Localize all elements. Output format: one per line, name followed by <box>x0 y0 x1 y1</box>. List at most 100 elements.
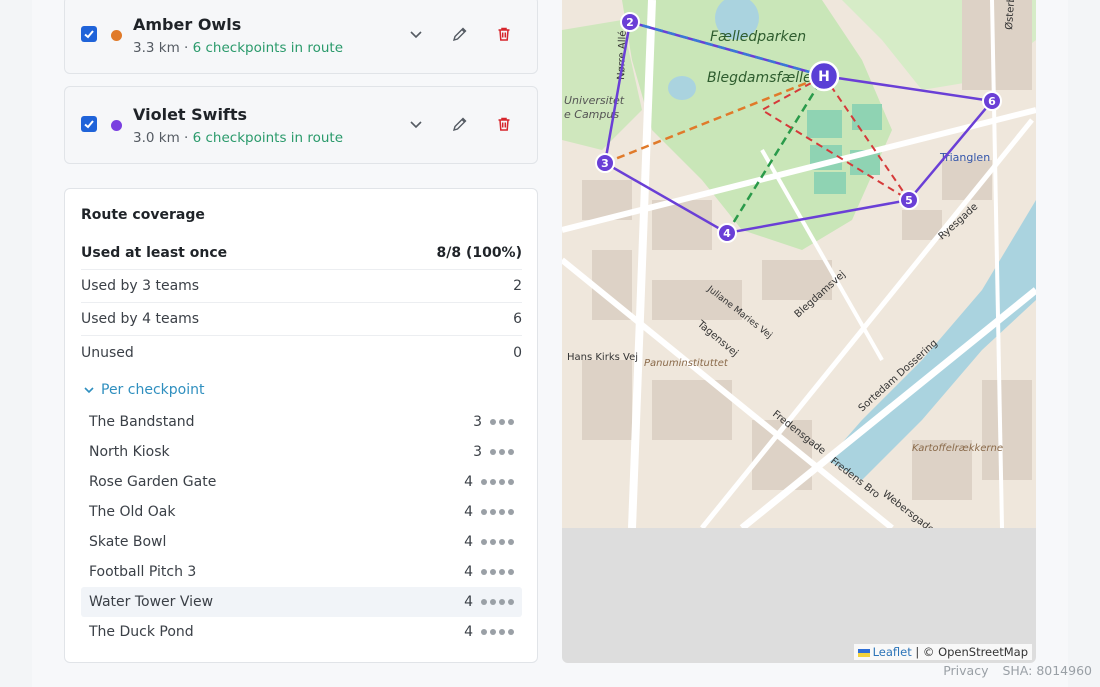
team-usage-dots <box>481 509 514 515</box>
checkpoint-count: 4 <box>464 504 473 520</box>
coverage-value: 6 <box>513 311 522 327</box>
checkpoint-list: The Bandstand 3 North Kiosk 3 Rose Garde… <box>81 407 522 647</box>
map-label: e Campus <box>564 108 619 121</box>
pencil-icon <box>452 27 467 42</box>
team-visible-checkbox[interactable] <box>81 26 97 42</box>
delete-team-button[interactable] <box>493 113 515 135</box>
checkpoint-count: 4 <box>464 474 473 490</box>
team-name: Amber Owls <box>133 15 242 34</box>
checkpoint-name: The Bandstand <box>89 414 195 430</box>
checkpoint-name: Football Pitch 3 <box>89 564 197 580</box>
team-usage-dots <box>490 449 514 455</box>
coverage-summary-table: Used at least once 8/8 (100%) Used by 3 … <box>81 237 522 369</box>
osm-link[interactable]: OpenStreetMap <box>938 645 1028 659</box>
team-usage-dots <box>481 599 514 605</box>
team-visible-checkbox[interactable] <box>81 116 97 132</box>
attribution-separator: | © <box>911 645 939 659</box>
checkpoint-marker[interactable]: 6 <box>982 91 1002 111</box>
team-meta: 3.0 km · 6 checkpoints in route <box>133 130 343 146</box>
team-name: Violet Swifts <box>133 105 248 124</box>
map-label: Kartoffelrækkerne <box>912 443 1003 454</box>
build-sha: SHA: 8014960 <box>1002 663 1092 678</box>
coverage-label: Unused <box>81 344 134 361</box>
checkpoint-name: Water Tower View <box>89 594 214 610</box>
checkpoint-row[interactable]: The Old Oak 4 <box>81 497 522 527</box>
map-label: Trianglen <box>939 151 990 164</box>
team-meta: 3.3 km · 6 checkpoints in route <box>133 40 343 56</box>
expand-team-button[interactable] <box>405 113 427 135</box>
checkpoint-name: Rose Garden Gate <box>89 474 217 490</box>
svg-text:4: 4 <box>723 227 731 240</box>
leaflet-link[interactable]: Leaflet <box>873 645 912 659</box>
checkpoint-count: 4 <box>464 564 473 580</box>
trash-icon <box>498 27 510 41</box>
map-attribution: Leaflet | © OpenStreetMap <box>853 644 1032 660</box>
map-tiles[interactable]: Fælledparken Blegdamsfælled Trianglen Pa… <box>562 0 1036 528</box>
svg-text:2: 2 <box>626 16 634 29</box>
svg-text:5: 5 <box>905 194 913 207</box>
checkpoint-row[interactable]: Water Tower View 4 <box>81 587 522 617</box>
svg-text:H: H <box>818 69 830 85</box>
coverage-label: Used by 4 teams <box>81 311 200 327</box>
expand-team-button[interactable] <box>405 23 427 45</box>
ukraine-flag-icon <box>857 648 870 657</box>
per-checkpoint-label: Per checkpoint <box>101 382 205 398</box>
coverage-row: Used by 4 teams 6 <box>81 303 522 336</box>
edit-team-button[interactable] <box>449 23 471 45</box>
per-checkpoint-toggle[interactable]: Per checkpoint <box>83 382 204 398</box>
delete-team-button[interactable] <box>493 23 515 45</box>
coverage-value: 0 <box>513 344 522 361</box>
coverage-label: Used at least once <box>81 245 228 261</box>
team-color-dot <box>111 120 122 131</box>
map-label: Fælledparken <box>710 29 806 45</box>
checkpoint-marker[interactable]: 4 <box>717 223 737 243</box>
checkpoint-marker[interactable]: 3 <box>595 153 615 173</box>
checkpoint-name: Skate Bowl <box>89 534 167 550</box>
coverage-value: 2 <box>513 278 522 294</box>
home-marker[interactable]: H <box>808 60 840 92</box>
coverage-row: Unused 0 <box>81 336 522 369</box>
team-usage-dots <box>481 569 514 575</box>
checkpoint-marker[interactable]: 5 <box>899 190 919 210</box>
checkmark-icon <box>84 120 94 129</box>
meta-separator: · <box>179 40 193 56</box>
chevron-down-icon <box>410 121 422 129</box>
team-card: Violet Swifts 3.0 km · 6 checkpoints in … <box>64 86 538 164</box>
team-usage-dots <box>481 629 514 635</box>
coverage-row: Used at least once 8/8 (100%) <box>81 237 522 270</box>
chevron-down-icon <box>410 31 422 39</box>
checkpoint-count: 4 <box>464 624 473 640</box>
coverage-value: 8/8 (100%) <box>436 245 522 261</box>
page-footer: Privacy SHA: 8014960 <box>943 663 1092 678</box>
checkpoint-row[interactable]: Rose Garden Gate 4 <box>81 467 522 497</box>
checkpoint-row[interactable]: Football Pitch 3 4 <box>81 557 522 587</box>
meta-separator: · <box>179 130 193 146</box>
map-label: Hans Kirks Vej <box>567 352 638 363</box>
checkpoint-row[interactable]: Skate Bowl 4 <box>81 527 522 557</box>
team-checkpoints: 6 checkpoints in route <box>192 130 344 146</box>
trash-icon <box>498 117 510 131</box>
checkpoint-count: 4 <box>464 594 473 610</box>
checkmark-icon <box>84 30 94 39</box>
team-usage-dots <box>481 479 514 485</box>
svg-text:6: 6 <box>988 95 996 108</box>
svg-text:3: 3 <box>601 157 609 170</box>
checkpoint-row[interactable]: North Kiosk 3 <box>81 437 522 467</box>
checkpoint-marker[interactable]: 2 <box>620 12 640 32</box>
privacy-link[interactable]: Privacy <box>943 663 988 678</box>
route-coverage-panel: Route coverage Used at least once 8/8 (1… <box>64 188 538 663</box>
edit-team-button[interactable] <box>449 113 471 135</box>
team-color-dot <box>111 30 122 41</box>
map-view[interactable]: Fælledparken Blegdamsfælled Trianglen Pa… <box>562 0 1036 663</box>
checkpoint-row[interactable]: The Bandstand 3 <box>81 407 522 437</box>
team-checkpoints: 6 checkpoints in route <box>192 40 344 56</box>
team-distance: 3.0 km <box>133 130 180 146</box>
checkpoint-count: 4 <box>464 534 473 550</box>
coverage-row: Used by 3 teams 2 <box>81 270 522 303</box>
team-card: Amber Owls 3.3 km · 6 checkpoints in rou… <box>64 0 538 74</box>
checkpoint-row[interactable]: The Duck Pond 4 <box>81 617 522 647</box>
checkpoint-name: North Kiosk <box>89 444 170 460</box>
checkpoint-count: 3 <box>473 414 482 430</box>
team-usage-dots <box>490 419 514 425</box>
checkpoint-name: The Old Oak <box>89 504 176 520</box>
